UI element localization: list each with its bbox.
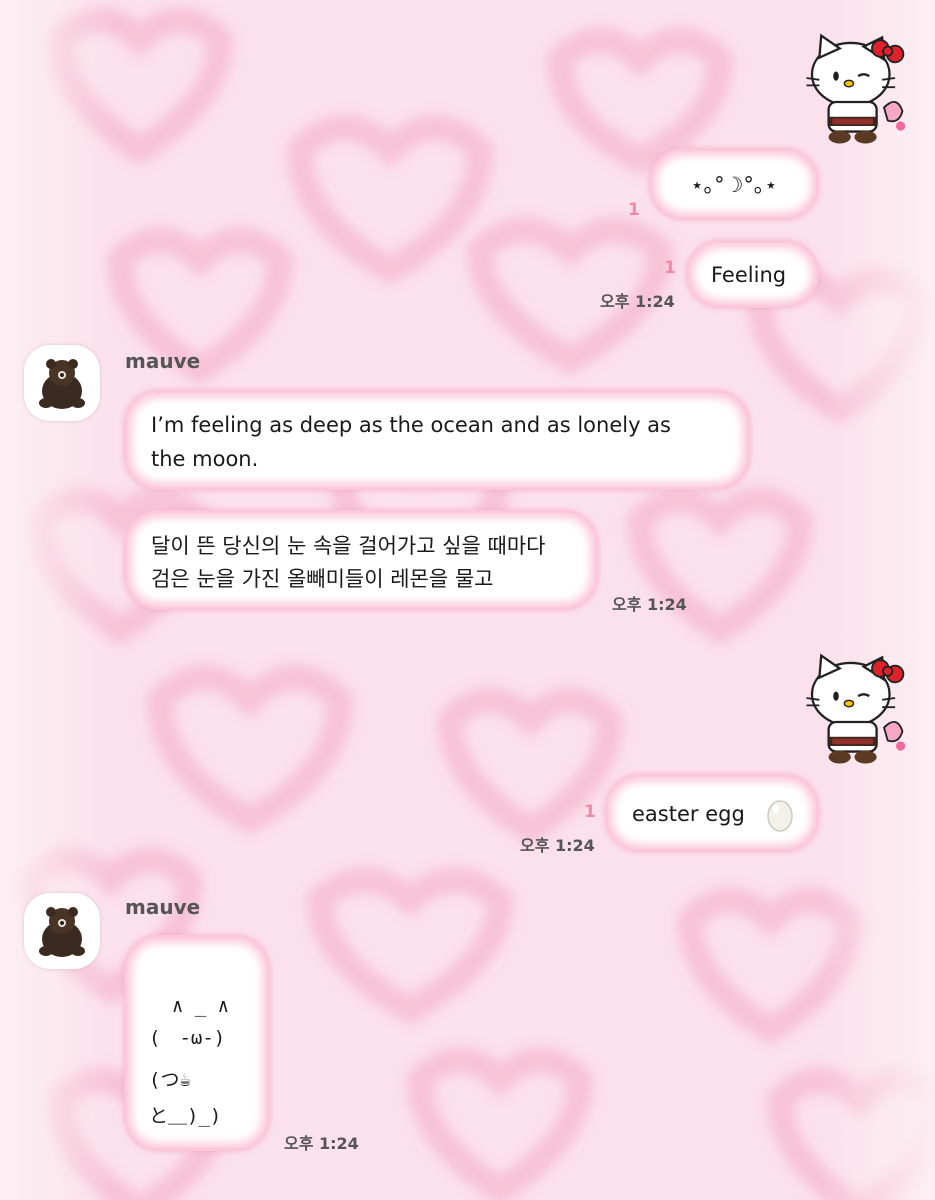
message-text-line: I’m feeling as deep as the ocean and as … (151, 413, 671, 437)
avatar[interactable] (24, 345, 100, 421)
sender-name: mauve (125, 349, 201, 373)
message-text-line: 달이 뜬 당신의 눈 속을 걸어가고 싶을 때마다 (151, 534, 546, 558)
message-timestamp: 오후 1:24 (520, 836, 595, 855)
message-text-line: 검은 눈을 가진 올빼미들이 레몬을 물고 (151, 567, 494, 591)
brown-teddy-bear-avatar (39, 359, 85, 409)
hello-kitty-wink-sticker (806, 33, 906, 144)
message-text: Feeling (711, 263, 787, 287)
sender-name: mauve (125, 895, 201, 919)
hello-kitty-wink-sticker (806, 653, 906, 764)
kaomoji-line: ∧ _ ∧ (149, 995, 230, 1017)
egg-emoji-icon (767, 800, 793, 832)
message-timestamp: 오후 1:24 (284, 1134, 359, 1153)
message-timestamp: 오후 1:24 (600, 292, 675, 311)
message-text: easter egg (632, 802, 745, 826)
unread-count: 1 (628, 200, 640, 220)
unread-count: 1 (664, 258, 676, 278)
message-text-line: the moon. (151, 447, 259, 471)
kaomoji-line: と＿)_) (149, 1105, 222, 1127)
message-timestamp: 오후 1:24 (612, 595, 687, 614)
message-bubble-outgoing[interactable]: easter egg (605, 774, 819, 852)
message-text: ⋆｡°☽°｡⋆ (690, 173, 778, 197)
avatar[interactable] (24, 893, 100, 969)
kaomoji-line: (つ☕ (149, 1069, 191, 1091)
unread-count: 1 (584, 802, 596, 822)
kaomoji-line: ( -ω-) (149, 1027, 226, 1049)
message-bubble-incoming[interactable]: 달이 뜬 당신의 눈 속을 걸어가고 싶을 때마다 검은 눈을 가진 올빼미들이… (124, 510, 598, 610)
message-bubble-outgoing[interactable]: Feeling (686, 240, 819, 308)
message-bubble-incoming[interactable]: ∧ _ ∧ ( -ω-) (つ☕ と＿)_) (124, 935, 270, 1151)
message-bubble-incoming[interactable]: I’m feeling as deep as the ocean and as … (124, 390, 750, 490)
message-bubble-outgoing[interactable]: ⋆｡°☽°｡⋆ (649, 148, 819, 220)
brown-teddy-bear-avatar (39, 907, 85, 957)
